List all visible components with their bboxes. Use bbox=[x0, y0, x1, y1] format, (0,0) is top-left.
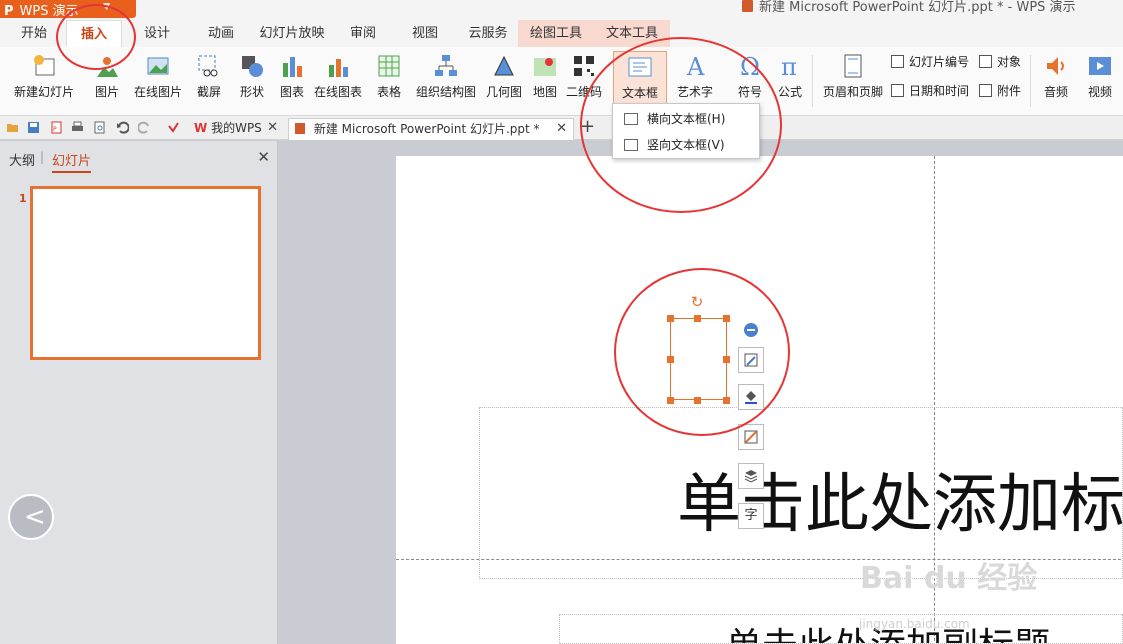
tab-animation[interactable]: 动画 bbox=[196, 20, 246, 47]
open-folder-icon[interactable] bbox=[6, 121, 19, 134]
tab-home[interactable]: 开始 bbox=[8, 20, 60, 47]
annotation-circle-textbox bbox=[614, 268, 790, 436]
undo-icon[interactable] bbox=[116, 121, 130, 134]
scissors-icon bbox=[196, 53, 222, 79]
annotation-circle-textbox-menu bbox=[580, 37, 782, 213]
tab-cloud[interactable]: 云服务 bbox=[460, 20, 516, 47]
ppt-file-icon bbox=[742, 0, 753, 12]
wps-logo-icon: W bbox=[194, 121, 208, 135]
ribbon-divider bbox=[812, 55, 813, 107]
ppt-file-icon bbox=[295, 123, 305, 134]
arrange-layers-button[interactable] bbox=[738, 463, 764, 489]
audio-button[interactable]: 音频 bbox=[1036, 51, 1076, 109]
slide-thumbnail[interactable] bbox=[30, 186, 261, 360]
subtitle-placeholder[interactable]: 单击此处添加副标题 bbox=[559, 614, 1123, 644]
panel-tabs: 大纲 | 幻灯片 ✕ bbox=[0, 141, 278, 173]
online-picture-button[interactable]: 在线图片 bbox=[132, 51, 184, 109]
tab-divider: | bbox=[40, 150, 45, 164]
header-footer-button[interactable]: 页眉和页脚 bbox=[820, 51, 886, 109]
redo-icon[interactable] bbox=[137, 121, 151, 134]
quick-access-bar: P W 我的WPS ✕ 新建 Microsoft PowerPoint 幻灯片.… bbox=[0, 116, 1123, 140]
qrcode-icon bbox=[571, 53, 597, 79]
line-color-button[interactable] bbox=[738, 424, 764, 450]
formula-button[interactable]: π 公式 bbox=[774, 51, 806, 109]
object-button[interactable]: 对象 bbox=[979, 53, 1021, 71]
object-icon bbox=[979, 55, 992, 68]
attachment-icon bbox=[979, 84, 992, 97]
smartart-button[interactable]: 组织结构图 bbox=[414, 51, 478, 109]
save-icon[interactable] bbox=[27, 121, 40, 134]
wps-logo-icon: P bbox=[4, 4, 14, 19]
table-button[interactable]: 表格 bbox=[370, 51, 408, 109]
ribbon-divider bbox=[1030, 55, 1031, 107]
text-format-button[interactable]: 字 bbox=[738, 503, 764, 529]
shapes-icon bbox=[239, 53, 265, 79]
svg-text:π: π bbox=[781, 53, 797, 79]
shapes-button[interactable]: 形状 bbox=[234, 51, 270, 109]
chevron-left-icon: < bbox=[24, 502, 46, 532]
tab-view[interactable]: 视图 bbox=[402, 20, 448, 47]
print-icon[interactable] bbox=[71, 121, 84, 134]
tab-outline[interactable]: 大纲 bbox=[9, 150, 35, 169]
online-chart-button[interactable]: 在线图表 bbox=[312, 51, 364, 109]
map-button[interactable]: 地图 bbox=[530, 51, 560, 109]
ribbon-insert: 新建幻灯片 图片 在线图片 截屏 形状 图表 在线图表 表格 组织结构图 几何图… bbox=[0, 47, 1123, 116]
tab-drawing-tools[interactable]: 绘图工具 bbox=[518, 20, 594, 47]
slide-number-icon bbox=[891, 55, 904, 68]
print-preview-icon[interactable] bbox=[93, 121, 106, 134]
new-slide-icon bbox=[31, 53, 57, 79]
tab-design[interactable]: 设计 bbox=[132, 20, 182, 47]
customize-toolbar-icon[interactable] bbox=[167, 121, 180, 134]
online-picture-icon bbox=[145, 53, 171, 79]
close-icon[interactable]: ✕ bbox=[267, 118, 278, 138]
table-icon bbox=[376, 53, 402, 79]
geometry-button[interactable]: 几何图 bbox=[484, 51, 524, 109]
attachment-button[interactable]: 附件 bbox=[979, 82, 1021, 100]
tab-slides[interactable]: 幻灯片 bbox=[52, 150, 92, 173]
map-icon bbox=[532, 53, 558, 79]
bar-chart-icon bbox=[279, 53, 305, 79]
title-bar: P WPS 演示 ▼ 新建 Microsoft PowerPoint 幻灯片.pp… bbox=[0, 0, 1123, 20]
window-title: 新建 Microsoft PowerPoint 幻灯片.ppt * - WPS … bbox=[742, 0, 1076, 15]
layers-icon bbox=[744, 469, 758, 483]
slides-panel: 大纲 | 幻灯片 ✕ 1 < bbox=[0, 141, 278, 644]
text-format-icon: 字 bbox=[744, 508, 758, 523]
pen-line-icon bbox=[744, 430, 758, 444]
tab-slideshow[interactable]: 幻灯片放映 bbox=[256, 20, 328, 47]
tab-document[interactable]: 新建 Microsoft PowerPoint 幻灯片.ppt * ✕ bbox=[288, 118, 574, 140]
close-icon[interactable]: ✕ bbox=[257, 148, 270, 166]
chart-button[interactable]: 图表 bbox=[278, 51, 306, 109]
pi-icon: π bbox=[777, 53, 803, 81]
svg-text:P: P bbox=[53, 126, 57, 133]
datetime-button[interactable]: 日期和时间 bbox=[891, 82, 969, 100]
geometry-icon bbox=[491, 53, 517, 79]
header-footer-icon bbox=[840, 53, 866, 79]
video-icon bbox=[1087, 53, 1113, 79]
slide-number-button[interactable]: 幻灯片编号 bbox=[891, 53, 969, 71]
ribbon-tabs: 开始 插入 设计 动画 幻灯片放映 审阅 视图 云服务 绘图工具 文本工具 bbox=[0, 20, 1123, 47]
calendar-icon bbox=[891, 84, 904, 97]
back-nav-button[interactable]: < bbox=[8, 494, 54, 540]
tab-my-wps[interactable]: W 我的WPS ✕ bbox=[188, 118, 284, 140]
slide-thumb-number: 1 bbox=[19, 192, 27, 205]
close-icon[interactable]: ✕ bbox=[556, 119, 567, 139]
video-button[interactable]: 视频 bbox=[1080, 51, 1120, 109]
speaker-icon bbox=[1043, 53, 1069, 79]
baidu-watermark-url: jingyan.baidu.com bbox=[859, 617, 970, 631]
baidu-watermark: Bai du 经验 bbox=[860, 561, 1038, 596]
org-chart-icon bbox=[433, 53, 459, 79]
annotation-circle-insert-tab bbox=[56, 4, 136, 70]
tab-review[interactable]: 审阅 bbox=[340, 20, 386, 47]
online-chart-icon bbox=[325, 53, 351, 79]
export-pdf-icon[interactable]: P bbox=[50, 121, 63, 134]
screenshot-button[interactable]: 截屏 bbox=[190, 51, 228, 109]
